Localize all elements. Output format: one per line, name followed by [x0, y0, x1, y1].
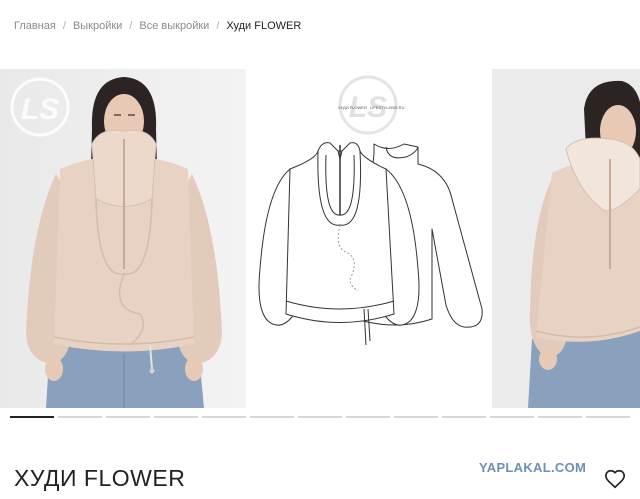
product-title: ХУДИ FLOWER	[14, 465, 186, 491]
watermark: YAPLAKAL.COM	[479, 460, 587, 475]
gallery-dot-1[interactable]	[10, 416, 54, 418]
gallery-dot-3[interactable]	[106, 416, 150, 418]
gallery-slide-front-photo[interactable]: LS	[0, 69, 246, 408]
model-side-photo	[492, 69, 640, 408]
gallery-dot-4[interactable]	[154, 416, 198, 418]
gallery-slide-side-photo[interactable]	[492, 69, 640, 408]
gallery-dot-11[interactable]	[490, 416, 534, 418]
sketch-caption-left: ХУДИ FLOWER	[338, 105, 367, 110]
gallery-dot-12[interactable]	[538, 416, 582, 418]
gallery-dot-6[interactable]	[250, 416, 294, 418]
breadcrumb-separator: /	[216, 20, 220, 32]
breadcrumb: Главная / Выкройки / Все выкройки / Худи…	[14, 20, 301, 32]
heart-icon	[605, 469, 625, 489]
gallery-dot-13[interactable]	[586, 416, 630, 418]
breadcrumb-patterns[interactable]: Выкройки	[73, 20, 122, 32]
logo-text: LS	[21, 93, 59, 126]
gallery-dot-8[interactable]	[346, 416, 390, 418]
gallery-dot-2[interactable]	[58, 416, 102, 418]
breadcrumb-separator: /	[129, 20, 133, 32]
gallery-dot-10[interactable]	[442, 416, 486, 418]
breadcrumb-home[interactable]: Главная	[14, 20, 56, 32]
sketch-caption-right: LIFESTYLEBIS.RU	[370, 105, 405, 110]
breadcrumb-separator: /	[62, 20, 66, 32]
favorite-button[interactable]	[604, 468, 626, 490]
gallery-dot-9[interactable]	[394, 416, 438, 418]
gallery-dot-7[interactable]	[298, 416, 342, 418]
gallery-pagination	[10, 416, 630, 418]
model-front-photo: LS	[0, 69, 246, 408]
gallery-dot-5[interactable]	[202, 416, 246, 418]
breadcrumb-current: Худи FLOWER	[226, 20, 302, 32]
technical-sketch: LS ХУДИ FLOWER LIFESTYLEBIS.RU	[246, 69, 492, 408]
gallery-slide-sketch[interactable]: LS ХУДИ FLOWER LIFESTYLEBIS.RU	[246, 69, 492, 408]
breadcrumb-all-patterns[interactable]: Все выкройки	[139, 20, 209, 32]
image-gallery[interactable]: LS LS ХУДИ FLOWER LIFESTYLEBIS.RU	[0, 69, 640, 408]
